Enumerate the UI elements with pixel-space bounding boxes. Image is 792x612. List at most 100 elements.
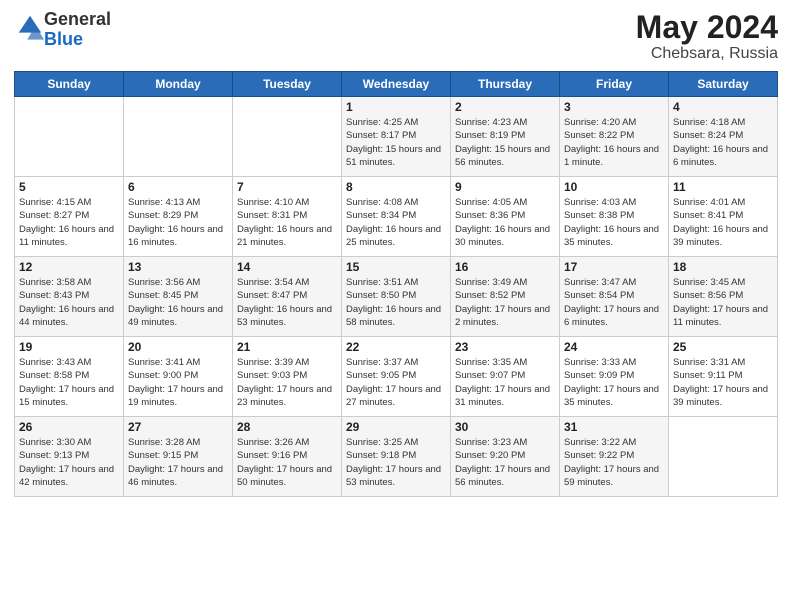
day-cell-18: 18Sunrise: 3:45 AMSunset: 8:56 PMDayligh… xyxy=(669,257,778,337)
logo: General Blue xyxy=(14,10,111,50)
day-number: 26 xyxy=(19,420,119,434)
day-info: Sunrise: 4:08 AMSunset: 8:34 PMDaylight:… xyxy=(346,196,446,249)
day-info: Sunrise: 4:25 AMSunset: 8:17 PMDaylight:… xyxy=(346,116,446,169)
day-number: 14 xyxy=(237,260,337,274)
day-cell-8: 8 Sunrise: 4:08 AMSunset: 8:34 PMDaylight… xyxy=(342,177,451,257)
week-row-3: 12 Sunrise: 3:58 AMSunset: 8:43 PMDayligh… xyxy=(15,257,778,337)
day-cell-23: 23Sunrise: 3:35 AMSunset: 9:07 PMDayligh… xyxy=(451,337,560,417)
day-info: Sunrise: 3:43 AMSunset: 8:58 PMDaylight:… xyxy=(19,356,119,409)
day-info: Sunrise: 4:20 AMSunset: 8:22 PMDaylight:… xyxy=(564,116,664,169)
logo-text: General Blue xyxy=(44,10,111,50)
day-info: Sunrise: 4:13 AMSunset: 8:29 PMDaylight:… xyxy=(128,196,228,249)
day-info: Sunrise: 4:15 AMSunset: 8:27 PMDaylight:… xyxy=(19,196,119,249)
day-info: Sunrise: 3:23 AMSunset: 9:20 PMDaylight:… xyxy=(455,436,555,489)
day-number: 11 xyxy=(673,180,773,194)
day-info: Sunrise: 3:51 AMSunset: 8:50 PMDaylight:… xyxy=(346,276,446,329)
day-number: 17 xyxy=(564,260,664,274)
day-cell-26: 26 Sunrise: 3:30 AMSunset: 9:13 PMDayligh… xyxy=(15,417,124,497)
title-month: May 2024 xyxy=(636,10,778,45)
day-cell-27: 27 Sunrise: 3:28 AMSunset: 9:15 PMDayligh… xyxy=(124,417,233,497)
day-cell-24: 24 Sunrise: 3:33 AMSunset: 9:09 PMDayligh… xyxy=(560,337,669,417)
day-cell-30: 30 Sunrise: 3:23 AMSunset: 9:20 PMDayligh… xyxy=(451,417,560,497)
day-number: 21 xyxy=(237,340,337,354)
empty-cell xyxy=(124,97,233,177)
weekday-header-monday: Monday xyxy=(124,72,233,97)
day-number: 6 xyxy=(128,180,228,194)
day-cell-28: 28Sunrise: 3:26 AMSunset: 9:16 PMDayligh… xyxy=(233,417,342,497)
day-info: Sunrise: 3:33 AMSunset: 9:09 PMDaylight:… xyxy=(564,356,664,409)
day-cell-5: 5 Sunrise: 4:15 AMSunset: 8:27 PMDaylight… xyxy=(15,177,124,257)
day-cell-13: 13Sunrise: 3:56 AMSunset: 8:45 PMDayligh… xyxy=(124,257,233,337)
header: General Blue May 2024 Chebsara, Russia xyxy=(14,10,778,63)
day-cell-11: 11 Sunrise: 4:01 AMSunset: 8:41 PMDayligh… xyxy=(669,177,778,257)
day-info: Sunrise: 3:31 AMSunset: 9:11 PMDaylight:… xyxy=(673,356,773,409)
day-info: Sunrise: 4:18 AMSunset: 8:24 PMDaylight:… xyxy=(673,116,773,169)
day-cell-16: 16Sunrise: 3:49 AMSunset: 8:52 PMDayligh… xyxy=(451,257,560,337)
weekday-header-sunday: Sunday xyxy=(15,72,124,97)
week-row-1: 1 Sunrise: 4:25 AMSunset: 8:17 PMDaylight… xyxy=(15,97,778,177)
day-info: Sunrise: 4:23 AMSunset: 8:19 PMDaylight:… xyxy=(455,116,555,169)
day-cell-14: 14 Sunrise: 3:54 AMSunset: 8:47 PMDayligh… xyxy=(233,257,342,337)
day-cell-17: 17 Sunrise: 3:47 AMSunset: 8:54 PMDayligh… xyxy=(560,257,669,337)
day-info: Sunrise: 3:56 AMSunset: 8:45 PMDaylight:… xyxy=(128,276,228,329)
empty-cell xyxy=(15,97,124,177)
day-number: 23 xyxy=(455,340,555,354)
day-info: Sunrise: 4:01 AMSunset: 8:41 PMDaylight:… xyxy=(673,196,773,249)
day-number: 18 xyxy=(673,260,773,274)
day-cell-29: 29Sunrise: 3:25 AMSunset: 9:18 PMDayligh… xyxy=(342,417,451,497)
day-number: 24 xyxy=(564,340,664,354)
day-cell-10: 10Sunrise: 4:03 AMSunset: 8:38 PMDayligh… xyxy=(560,177,669,257)
logo-icon xyxy=(16,13,44,41)
day-number: 25 xyxy=(673,340,773,354)
day-number: 1 xyxy=(346,100,446,114)
day-number: 22 xyxy=(346,340,446,354)
day-info: Sunrise: 3:26 AMSunset: 9:16 PMDaylight:… xyxy=(237,436,337,489)
day-cell-20: 20Sunrise: 3:41 AMSunset: 9:00 PMDayligh… xyxy=(124,337,233,417)
day-info: Sunrise: 3:22 AMSunset: 9:22 PMDaylight:… xyxy=(564,436,664,489)
day-info: Sunrise: 4:05 AMSunset: 8:36 PMDaylight:… xyxy=(455,196,555,249)
week-row-5: 26 Sunrise: 3:30 AMSunset: 9:13 PMDayligh… xyxy=(15,417,778,497)
day-number: 3 xyxy=(564,100,664,114)
day-number: 16 xyxy=(455,260,555,274)
day-cell-2: 2 Sunrise: 4:23 AMSunset: 8:19 PMDaylight… xyxy=(451,97,560,177)
day-cell-1: 1 Sunrise: 4:25 AMSunset: 8:17 PMDaylight… xyxy=(342,97,451,177)
day-number: 19 xyxy=(19,340,119,354)
weekday-header-tuesday: Tuesday xyxy=(233,72,342,97)
day-number: 8 xyxy=(346,180,446,194)
weekday-header-wednesday: Wednesday xyxy=(342,72,451,97)
day-cell-15: 15 Sunrise: 3:51 AMSunset: 8:50 PMDayligh… xyxy=(342,257,451,337)
title-location: Chebsara, Russia xyxy=(636,45,778,63)
day-number: 31 xyxy=(564,420,664,434)
page: General Blue May 2024 Chebsara, Russia S… xyxy=(0,0,792,612)
day-info: Sunrise: 3:54 AMSunset: 8:47 PMDaylight:… xyxy=(237,276,337,329)
day-info: Sunrise: 3:30 AMSunset: 9:13 PMDaylight:… xyxy=(19,436,119,489)
day-info: Sunrise: 3:58 AMSunset: 8:43 PMDaylight:… xyxy=(19,276,119,329)
weekday-header-row: SundayMondayTuesdayWednesdayThursdayFrid… xyxy=(15,72,778,97)
day-number: 10 xyxy=(564,180,664,194)
week-row-2: 5 Sunrise: 4:15 AMSunset: 8:27 PMDaylight… xyxy=(15,177,778,257)
title-block: May 2024 Chebsara, Russia xyxy=(636,10,778,63)
day-number: 2 xyxy=(455,100,555,114)
day-cell-25: 25 Sunrise: 3:31 AMSunset: 9:11 PMDayligh… xyxy=(669,337,778,417)
day-number: 12 xyxy=(19,260,119,274)
day-number: 5 xyxy=(19,180,119,194)
day-number: 15 xyxy=(346,260,446,274)
weekday-header-friday: Friday xyxy=(560,72,669,97)
day-number: 27 xyxy=(128,420,228,434)
day-cell-12: 12 Sunrise: 3:58 AMSunset: 8:43 PMDayligh… xyxy=(15,257,124,337)
day-info: Sunrise: 3:25 AMSunset: 9:18 PMDaylight:… xyxy=(346,436,446,489)
day-info: Sunrise: 4:10 AMSunset: 8:31 PMDaylight:… xyxy=(237,196,337,249)
empty-cell xyxy=(669,417,778,497)
weekday-header-thursday: Thursday xyxy=(451,72,560,97)
day-cell-3: 3 Sunrise: 4:20 AMSunset: 8:22 PMDaylight… xyxy=(560,97,669,177)
empty-cell xyxy=(233,97,342,177)
weekday-header-saturday: Saturday xyxy=(669,72,778,97)
day-number: 30 xyxy=(455,420,555,434)
day-info: Sunrise: 3:28 AMSunset: 9:15 PMDaylight:… xyxy=(128,436,228,489)
day-cell-31: 31 Sunrise: 3:22 AMSunset: 9:22 PMDayligh… xyxy=(560,417,669,497)
day-cell-22: 22 Sunrise: 3:37 AMSunset: 9:05 PMDayligh… xyxy=(342,337,451,417)
day-info: Sunrise: 3:47 AMSunset: 8:54 PMDaylight:… xyxy=(564,276,664,329)
day-number: 7 xyxy=(237,180,337,194)
calendar: SundayMondayTuesdayWednesdayThursdayFrid… xyxy=(14,71,778,497)
day-info: Sunrise: 3:37 AMSunset: 9:05 PMDaylight:… xyxy=(346,356,446,409)
